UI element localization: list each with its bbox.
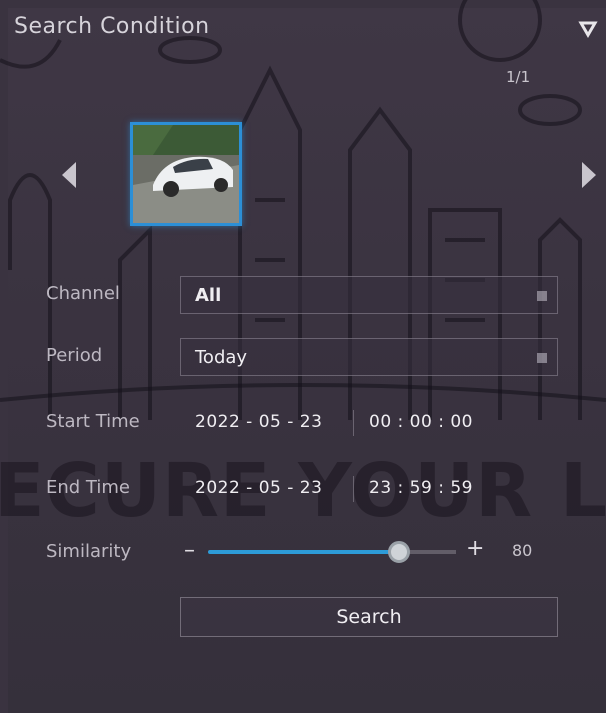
search-button[interactable]: Search xyxy=(180,597,558,637)
end-date-input[interactable]: 2022 - 05 - 23 xyxy=(195,478,322,498)
similarity-slider-track[interactable] xyxy=(404,550,456,554)
dropdown-icon xyxy=(537,291,547,301)
end-time-label: End Time xyxy=(46,477,130,498)
similarity-value: 80 xyxy=(512,541,533,560)
end-clock-input[interactable]: 23 : 59 : 59 xyxy=(369,478,473,498)
similarity-label: Similarity xyxy=(46,541,132,562)
period-select[interactable]: Today xyxy=(180,338,558,376)
divider xyxy=(353,476,354,502)
start-clock-input[interactable]: 00 : 00 : 00 xyxy=(369,412,473,432)
start-time-label: Start Time xyxy=(46,411,140,432)
similarity-slider-fill[interactable] xyxy=(208,550,404,554)
similarity-slider-handle[interactable] xyxy=(388,541,410,563)
start-time-field[interactable]: 2022 - 05 - 23 00 : 00 : 00 xyxy=(180,403,558,441)
channel-select[interactable]: All xyxy=(180,276,558,314)
divider xyxy=(353,410,354,436)
end-time-field[interactable]: 2022 - 05 - 23 23 : 59 : 59 xyxy=(180,469,558,507)
page-indicator: 1/1 xyxy=(506,68,531,86)
snapshot-thumbnail[interactable] xyxy=(130,122,242,226)
channel-value: All xyxy=(195,285,222,306)
period-value: Today xyxy=(195,347,248,368)
next-arrow-icon[interactable] xyxy=(580,160,598,190)
increase-button[interactable]: + xyxy=(466,536,484,561)
decrease-button[interactable]: – xyxy=(184,538,195,563)
panel-title: Search Condition xyxy=(14,14,210,39)
period-label: Period xyxy=(46,345,103,366)
car-image xyxy=(133,125,239,223)
channel-label: Channel xyxy=(46,283,120,304)
previous-arrow-icon[interactable] xyxy=(60,160,78,190)
dropdown-icon xyxy=(537,353,547,363)
chevron-down-icon[interactable] xyxy=(578,18,598,38)
start-date-input[interactable]: 2022 - 05 - 23 xyxy=(195,412,322,432)
